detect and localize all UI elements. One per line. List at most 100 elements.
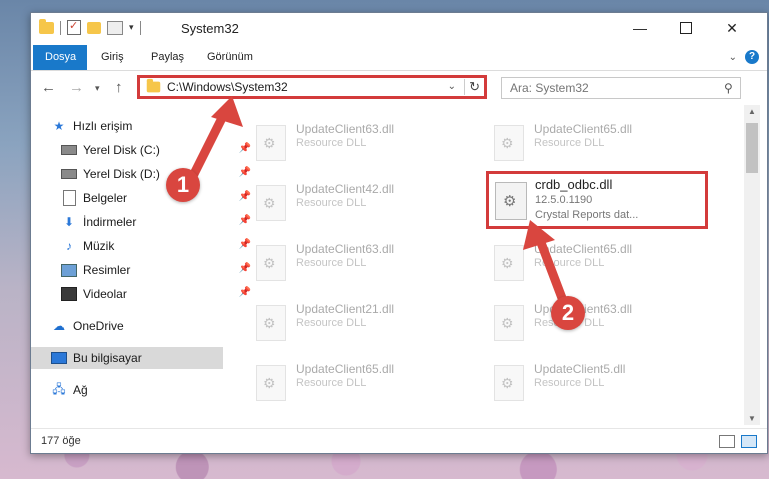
sidebar-item-label: Ağ — [73, 383, 88, 397]
dll-file-icon — [495, 182, 527, 220]
navigation-bar: ← → ▾ ↑ C:\Windows\System32 ⌄ ↻ ⚲ — [31, 71, 767, 105]
customize-icon[interactable] — [107, 20, 123, 35]
highlighted-file-item[interactable]: crdb_odbc.dll 12.5.0.1190 Crystal Report… — [486, 171, 708, 229]
tiles-view-icon[interactable] — [741, 435, 757, 448]
disk-icon — [61, 143, 77, 157]
network-icon: 🖧 — [52, 381, 66, 396]
up-arrow-icon[interactable]: ↑ — [115, 79, 123, 96]
scroll-down-icon[interactable]: ▼ — [748, 414, 756, 423]
ribbon-tabs: Dosya Giriş Paylaş Görünüm ⌄ ? — [31, 45, 767, 71]
tab-home[interactable]: Giriş — [89, 45, 136, 70]
minimize-button[interactable]: — — [617, 13, 663, 43]
list-item[interactable]: UpdateClient63.dll Resource DLL — [484, 297, 714, 347]
file-name: UpdateClient65.dll — [534, 242, 633, 256]
picture-icon — [61, 263, 77, 277]
file-name: UpdateClient21.dll — [296, 302, 395, 316]
sidebar-item-pictures[interactable]: Resimler 📌 — [31, 259, 253, 281]
title-bar: ▾ System32 — ✕ — [31, 13, 767, 45]
maximize-button[interactable] — [663, 13, 709, 43]
dll-file-icon — [494, 245, 524, 281]
toolbar-separator — [139, 20, 141, 35]
sidebar-item-videos[interactable]: Videolar 📌 — [31, 283, 253, 305]
sidebar-item-downloads[interactable]: ⬇ İndirmeler 📌 — [31, 211, 253, 233]
sidebar-item-music[interactable]: ♪ Müzik 📌 — [31, 235, 253, 257]
list-item[interactable]: UpdateClient5.dll Resource DLL — [484, 357, 714, 407]
vertical-scrollbar[interactable]: ▲ ▼ — [744, 105, 760, 425]
status-bar: 177 öğe — [31, 428, 767, 453]
help-icon[interactable]: ? — [745, 50, 759, 64]
address-bar[interactable]: C:\Windows\System32 ⌄ ↻ — [137, 75, 487, 99]
dll-file-icon — [494, 365, 524, 401]
cloud-icon: ☁ — [53, 319, 65, 333]
file-description: Resource DLL — [534, 257, 605, 269]
tab-share[interactable]: Paylaş — [139, 45, 196, 70]
tab-file[interactable]: Dosya — [33, 45, 87, 70]
sidebar-item-label: OneDrive — [73, 319, 124, 333]
list-item[interactable]: UpdateClient42.dll Resource DLL — [246, 177, 476, 227]
file-description: Resource DLL — [296, 257, 367, 269]
properties-icon[interactable] — [67, 19, 81, 35]
toolbar-separator — [60, 20, 61, 35]
sidebar-item-onedrive[interactable]: ☁ OneDrive — [31, 315, 243, 337]
sidebar-item-network[interactable]: 🖧 Ağ — [31, 379, 243, 401]
file-version: 12.5.0.1190 — [535, 194, 593, 206]
list-item[interactable]: UpdateClient65.dll Resource DLL — [246, 357, 476, 407]
sidebar-item-this-pc[interactable]: Bu bilgisayar — [31, 347, 223, 369]
folder-icon — [39, 18, 54, 34]
ribbon-controls: ⌄ ? — [729, 50, 759, 64]
new-folder-icon[interactable] — [87, 21, 101, 34]
list-item[interactable]: UpdateClient65.dll Resource DLL — [484, 237, 714, 287]
list-item[interactable]: UpdateClient65.dll Resource DLL — [484, 117, 714, 167]
address-path[interactable]: C:\Windows\System32 — [167, 80, 288, 94]
details-view-icon[interactable] — [719, 435, 735, 448]
sidebar-item-documents[interactable]: Belgeler 📌 — [31, 187, 253, 209]
sidebar-item-label: Belgeler — [83, 191, 128, 205]
step-badge-2: 2 — [551, 296, 585, 330]
window-title: System32 — [181, 21, 239, 36]
chevron-down-icon[interactable]: ⌄ — [448, 81, 456, 92]
file-description: Resource DLL — [296, 197, 367, 209]
scrollbar-thumb[interactable] — [746, 123, 758, 173]
dll-file-icon — [256, 125, 286, 161]
file-description: Resource DLL — [534, 137, 605, 149]
sidebar-item-label: İndirmeler — [83, 215, 137, 229]
file-description: Resource DLL — [296, 317, 367, 329]
computer-icon — [51, 351, 67, 365]
list-item[interactable]: UpdateClient63.dll Resource DLL — [246, 237, 476, 287]
refresh-icon[interactable]: ↻ — [464, 79, 480, 95]
file-description: Resource DLL — [296, 377, 367, 389]
dll-file-icon — [494, 305, 524, 341]
sidebar-item-disk-d[interactable]: Yerel Disk (D:) 📌 — [31, 163, 253, 185]
file-name: UpdateClient65.dll — [296, 362, 395, 376]
list-item[interactable]: UpdateClient63.dll Resource DLL — [246, 117, 476, 167]
back-arrow-icon[interactable]: ← — [41, 79, 56, 96]
expand-ribbon-icon[interactable]: ⌄ — [729, 52, 737, 63]
dll-file-icon — [256, 185, 286, 221]
chevron-down-icon[interactable]: ▾ — [129, 22, 134, 33]
sidebar-item-quick-access[interactable]: ★ Hızlı erişim — [31, 115, 243, 137]
close-button[interactable]: ✕ — [709, 13, 755, 43]
sidebar-item-label: Yerel Disk (D:) — [83, 167, 160, 181]
sidebar-item-disk-c[interactable]: Yerel Disk (C:) 📌 — [31, 139, 253, 161]
search-input[interactable] — [501, 77, 741, 99]
dll-file-icon — [494, 125, 524, 161]
file-explorer-window: ▾ System32 — ✕ Dosya Giriş Paylaş Görünü… — [30, 12, 768, 454]
folder-icon — [146, 78, 161, 93]
scroll-up-icon[interactable]: ▲ — [748, 107, 756, 116]
download-icon: ⬇ — [63, 215, 75, 229]
file-name: crdb_odbc.dll — [535, 177, 613, 192]
music-icon: ♪ — [66, 239, 72, 253]
tab-view[interactable]: Görünüm — [195, 45, 265, 70]
document-icon — [61, 190, 77, 206]
file-name: UpdateClient65.dll — [534, 122, 633, 136]
view-switcher — [719, 435, 757, 448]
search-icon[interactable]: ⚲ — [724, 81, 733, 95]
recent-locations-icon[interactable]: ▾ — [95, 83, 100, 94]
step-badge-1: 1 — [166, 168, 200, 202]
sidebar-item-label: Bu bilgisayar — [73, 351, 142, 365]
navigation-pane: ★ Hızlı erişim Yerel Disk (C:) 📌 Yerel D… — [31, 105, 251, 425]
list-item[interactable]: UpdateClient21.dll Resource DLL — [246, 297, 476, 347]
file-name: UpdateClient42.dll — [296, 182, 395, 196]
star-icon: ★ — [53, 119, 65, 133]
forward-arrow-icon[interactable]: → — [69, 79, 84, 96]
